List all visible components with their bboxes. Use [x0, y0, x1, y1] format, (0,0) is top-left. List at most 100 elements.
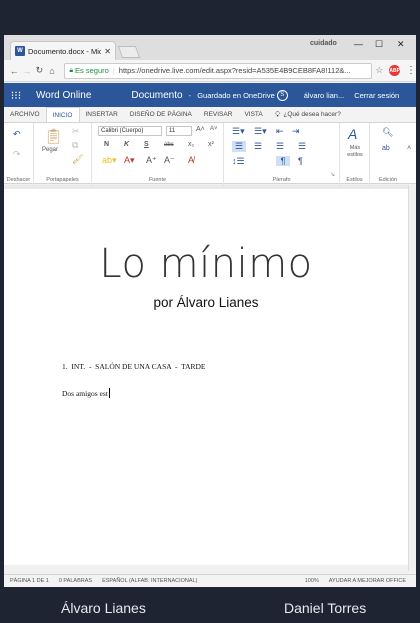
profile-label[interactable]: cuidado	[310, 40, 337, 47]
document-byline: por Álvaro Lianes	[153, 295, 259, 310]
undo-group-label: Deshacer	[6, 177, 31, 183]
document-page[interactable]: Lo mínimo por Álvaro Lianes 1. INT. - SA…	[4, 189, 408, 569]
format-painter-icon[interactable]: 🖌︎	[72, 154, 83, 165]
font-color-icon[interactable]: A▾	[124, 155, 135, 166]
tab-inicio[interactable]: INICIO	[45, 107, 80, 122]
grow-font-icon[interactable]: A˄	[196, 126, 205, 133]
styles-group: A Más estilos Estilos	[340, 123, 370, 185]
ltr-icon[interactable]: ¶	[276, 156, 290, 166]
text-cursor	[108, 388, 110, 398]
font-name-select[interactable]: Calibri (Cuerpo)	[98, 126, 162, 136]
close-window-icon[interactable]: ✕	[397, 39, 405, 50]
browser-window: W Documento.docx - Micr ✕ cuidado — ☐ ✕ …	[4, 35, 416, 587]
lightbulb-icon: 💡︎	[274, 109, 281, 119]
extension-icon[interactable]: ABP	[389, 65, 400, 76]
shrink-font-icon[interactable]: A˅	[210, 126, 218, 132]
bullets-icon[interactable]: ☰▾	[232, 126, 245, 137]
menu-kebab-icon[interactable]: ⋮	[406, 65, 416, 76]
user-name[interactable]: álvaro lian...	[304, 91, 344, 100]
cut-icon[interactable]: ✂	[72, 126, 80, 137]
grow-font-size-icon[interactable]: A⁺	[146, 155, 157, 166]
app-name[interactable]: Word Online	[36, 90, 91, 101]
font-group-label: Fuente	[148, 177, 167, 183]
subscript-button[interactable]: x₂	[188, 141, 194, 148]
clipboard-group: 📋︎ Pegar ✂ ⧉ 🖌︎ Portapapeles	[34, 123, 92, 185]
shrink-font-size-icon[interactable]: A⁻	[164, 155, 175, 166]
close-tab-icon[interactable]: ✕	[104, 47, 111, 56]
highlight-icon[interactable]: ab▾	[102, 155, 117, 166]
underline-button[interactable]: S	[144, 141, 149, 148]
document-area: Lo mínimo por Álvaro Lianes 1. INT. - SA…	[4, 185, 416, 571]
title-separator: -	[188, 90, 192, 100]
editing-group-label: Edición	[378, 177, 398, 183]
tab-insertar[interactable]: INSERTAR	[80, 107, 124, 122]
tab-vista[interactable]: VISTA	[238, 107, 268, 122]
replace-icon[interactable]: ab	[382, 145, 390, 152]
url-text: https://onedrive.live.com/edit.aspx?resi…	[118, 66, 351, 75]
reload-icon[interactable]: ↻	[33, 65, 46, 76]
tell-me-text: ¿Qué desea hacer?	[283, 111, 341, 118]
paragraph-text: Dos amigos est	[62, 389, 108, 398]
skype-icon[interactable]: S	[276, 89, 288, 101]
page-count: PÁGINA 1 DE 1	[10, 578, 49, 584]
increase-indent-icon[interactable]: ⇥	[292, 126, 300, 137]
scene-heading: 1. INT. - SALÓN DE UNA CASA - TARDE	[62, 362, 206, 371]
vertical-scrollbar[interactable]	[408, 185, 416, 571]
language[interactable]: ESPAÑOL (ALFAB. INTERNACIONAL)	[102, 578, 197, 584]
justify-icon[interactable]: ☰	[298, 141, 306, 152]
back-icon[interactable]: ←	[8, 66, 21, 76]
bold-button[interactable]: N	[104, 141, 109, 148]
help-improve-link[interactable]: AYUDAR A MEJORAR OFFICE	[329, 578, 406, 584]
rtl-icon[interactable]: ¶	[298, 156, 303, 166]
paste-label[interactable]: Pegar	[42, 147, 58, 153]
redo-icon[interactable]: ↷	[13, 149, 21, 160]
tab-archivo[interactable]: ARCHIVO	[4, 107, 46, 122]
zoom-level[interactable]: 100%	[305, 578, 319, 584]
forward-icon[interactable]: →	[21, 66, 34, 76]
horizontal-scrollbar[interactable]	[4, 565, 408, 571]
more-styles-label[interactable]: Más estilos	[342, 145, 368, 159]
ribbon-tabs: ARCHIVO INICIO INSERTAR DISEÑO DE PÁGINA…	[4, 107, 416, 122]
numbering-icon[interactable]: ☰▾	[254, 126, 267, 137]
app-launcher-icon[interactable]: ⁝⁝⁝	[4, 83, 28, 107]
editing-group: 🔍︎ ab Edición	[370, 123, 406, 185]
document-name[interactable]: Documento	[131, 90, 182, 101]
tab-diseno-pagina[interactable]: DISEÑO DE PÁGINA	[124, 107, 198, 122]
font-size-select[interactable]: 11	[166, 126, 192, 136]
paragraph-group-label: Párrafo	[272, 177, 291, 183]
find-icon[interactable]: 🔍︎	[382, 127, 393, 138]
italic-button[interactable]: K	[124, 141, 129, 148]
undo-icon[interactable]: ↶	[13, 129, 21, 140]
word-title-bar: ⁝⁝⁝ Word Online Documento - Guardado en …	[4, 83, 416, 107]
strikethrough-button[interactable]: abc	[164, 142, 174, 148]
ribbon: ↶ ↷ Deshacer 📋︎ Pegar ✂ ⧉ 🖌︎ Portapapele…	[4, 122, 416, 185]
decrease-indent-icon[interactable]: ⇤	[276, 126, 284, 137]
align-center-icon[interactable]: ☰	[254, 141, 262, 152]
tell-me-box[interactable]: 💡︎ ¿Qué desea hacer?	[275, 107, 341, 122]
line-spacing-icon[interactable]: ↕☰	[232, 156, 245, 167]
bookmark-star-icon[interactable]: ☆	[375, 65, 383, 76]
browser-tab[interactable]: W Documento.docx - Micr ✕	[10, 41, 116, 60]
align-left-icon[interactable]: ☰	[232, 141, 246, 152]
address-bar: ← → ↻ ⌂ 🔒︎ Es seguro | https://onedrive.…	[4, 60, 416, 82]
tab-revisar[interactable]: REVISAR	[198, 107, 239, 122]
align-right-icon[interactable]: ☰	[276, 141, 284, 152]
collapse-ribbon-icon[interactable]: ˄	[407, 145, 411, 152]
paste-icon[interactable]: 📋︎	[44, 127, 63, 145]
home-icon[interactable]: ⌂	[46, 66, 59, 76]
paragraph-dialog-icon[interactable]: ↘	[330, 171, 335, 178]
word-file-icon: W	[15, 46, 25, 56]
url-field[interactable]: 🔒︎ Es seguro | https://onedrive.live.com…	[64, 62, 373, 79]
paragraph-group: ☰▾ ☰▾ ⇤ ⇥ ☰ ☰ ☰ ☰ ↕☰ ¶ ¶ Párrafo ↘	[224, 123, 340, 185]
body-paragraph: Dos amigos est	[62, 388, 110, 398]
clear-format-icon[interactable]: A̸	[188, 155, 194, 165]
lock-icon: 🔒︎	[69, 66, 74, 74]
maximize-icon[interactable]: ☐	[375, 39, 383, 50]
styles-icon[interactable]: A	[348, 126, 357, 142]
minimize-icon[interactable]: —	[354, 39, 363, 49]
word-count: 0 PALABRAS	[58, 578, 93, 584]
sign-out-link[interactable]: Cerrar sesión	[354, 91, 399, 100]
copy-icon[interactable]: ⧉	[72, 140, 78, 151]
superscript-button[interactable]: x²	[208, 141, 214, 148]
new-tab-button[interactable]	[117, 46, 141, 58]
